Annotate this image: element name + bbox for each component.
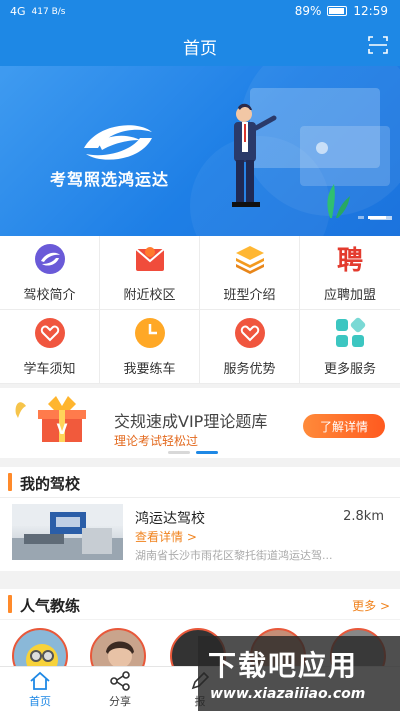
feature-grid: 驾校简介 附近校区 班型介绍 聘 应聘加盟 学车须知 我要练车 服务优势 更多服…: [0, 236, 400, 384]
battery-percent: 89%: [294, 4, 322, 18]
promo-indicator: [168, 451, 218, 454]
banner-carousel[interactable]: 考驾照选鸿运达: [0, 66, 400, 236]
menu-service-advantage[interactable]: 服务优势: [200, 310, 300, 384]
status-right: 89% 12:59: [295, 4, 388, 18]
map-pin-icon: [134, 243, 166, 275]
menu-label: 更多服务: [323, 361, 376, 377]
school-name: 鸿运达驾校: [135, 511, 205, 527]
signal-indicator: 4G: [10, 5, 26, 18]
banner-indicator: [358, 216, 386, 219]
view-details-link[interactable]: 查看详情 >: [135, 528, 197, 545]
battery-icon: [327, 6, 348, 16]
promo-banner[interactable]: V 交规速成VIP理论题库 理论考试轻松过 了解详情: [0, 388, 400, 458]
coach-avatar[interactable]: [12, 628, 68, 666]
menu-more-services[interactable]: 更多服务: [300, 310, 400, 384]
more-coaches-link[interactable]: 更多 >: [352, 597, 390, 614]
promo-subtitle: 理论考试轻松过: [114, 434, 199, 448]
tab-share[interactable]: 分享: [90, 671, 150, 709]
school-photo: [12, 504, 123, 560]
menu-school-intro[interactable]: 驾校简介: [0, 236, 100, 310]
menu-label: 附近校区: [123, 287, 176, 303]
tab-home[interactable]: 首页: [10, 671, 70, 709]
section-title: 人气教练: [20, 597, 81, 615]
section-accent-bar: [8, 595, 12, 613]
watermark-url: www.xiazaiiiao.com: [210, 686, 366, 702]
promo-title: 交规速成VIP理论题库: [114, 412, 268, 431]
share-icon: [110, 671, 130, 691]
menu-nearby-campus[interactable]: 附近校区: [100, 236, 200, 310]
brand-logo-icon: [84, 125, 152, 160]
svg-text:聘: 聘: [337, 246, 363, 275]
layers-icon: [234, 243, 266, 275]
tab-label: 分享: [109, 695, 131, 708]
clock-icon: [134, 317, 166, 349]
watermark-title: 下载吧应用: [208, 649, 359, 682]
learn-more-button[interactable]: 了解详情: [303, 414, 385, 438]
menu-label: 学车须知: [23, 361, 76, 377]
menu-label: 班型介绍: [223, 287, 276, 303]
status-bar: 4G 417 B/s 89% 12:59: [0, 0, 400, 24]
school-address: 湖南省长沙市雨花区黎托街道鸿运达驾...: [135, 549, 333, 562]
grid-icon: [334, 317, 366, 349]
net-speed: 417 B/s: [31, 6, 66, 17]
menu-class-types[interactable]: 班型介绍: [200, 236, 300, 310]
menu-practice[interactable]: 我要练车: [100, 310, 200, 384]
school-card[interactable]: 鸿运达驾校 2.8km 查看详情 > 湖南省长沙市雨花区黎托街道鸿运达驾...: [0, 497, 400, 571]
clock-time: 12:59: [353, 4, 388, 18]
section-title: 我的驾校: [20, 475, 81, 493]
svg-text:V: V: [57, 422, 68, 438]
school-logo-icon: [34, 243, 66, 275]
tab-label: 首页: [29, 695, 51, 708]
home-icon: [30, 671, 50, 690]
coaches-header: 人气教练 更多 >: [0, 589, 400, 619]
menu-label: 我要练车: [123, 361, 176, 377]
status-left: 4G 417 B/s: [10, 5, 65, 18]
watermark-overlay: 下载吧应用 www.xiazaiiiao.com: [198, 636, 400, 711]
menu-learner-notice[interactable]: 学车须知: [0, 310, 100, 384]
title-bar: 首页: [0, 24, 400, 66]
menu-label: 驾校简介: [23, 287, 76, 303]
heart-icon: [34, 317, 66, 349]
menu-label: 应聘加盟: [323, 287, 376, 303]
school-distance: 2.8km: [343, 509, 384, 524]
banner-illustration: [232, 103, 392, 220]
banner-slogan: 考驾照选鸿运达: [50, 170, 170, 189]
coach-avatar[interactable]: [90, 628, 146, 666]
page-title: 首页: [183, 39, 217, 59]
menu-recruit[interactable]: 聘 应聘加盟: [300, 236, 400, 310]
recruit-icon: 聘: [334, 243, 366, 275]
heart-badge-icon: [234, 317, 266, 349]
menu-label: 服务优势: [223, 361, 276, 377]
scan-icon[interactable]: [368, 36, 388, 54]
my-school-header: 我的驾校: [0, 467, 400, 497]
section-accent-bar: [8, 473, 12, 491]
gift-box-icon: V: [15, 396, 86, 442]
